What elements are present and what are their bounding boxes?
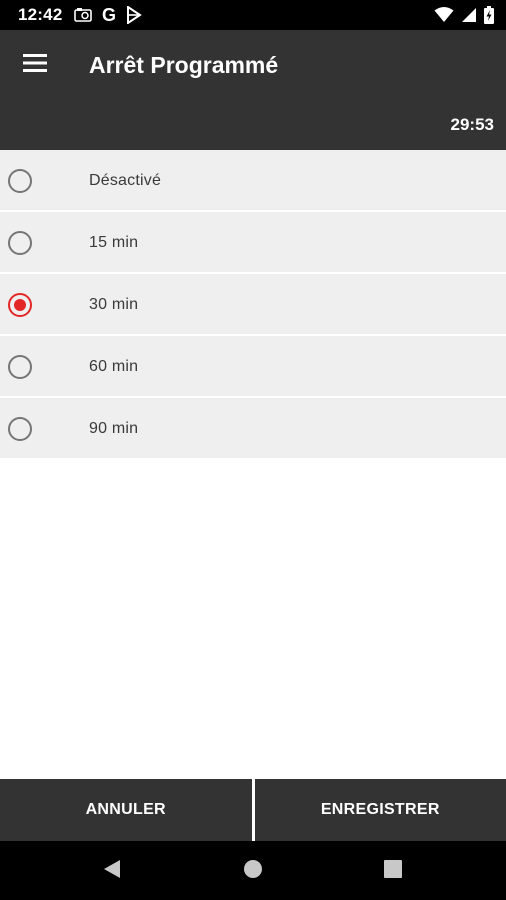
back-button[interactable] [101, 858, 123, 885]
sleep-timer-options: Désactivé 15 min 30 min 60 min 90 min [0, 150, 506, 460]
home-icon [243, 859, 263, 884]
option-label: 60 min [89, 358, 139, 375]
home-button[interactable] [242, 859, 264, 884]
app-bar: Arrêt Programmé 29:53 [0, 30, 506, 150]
option-disabled[interactable]: Désactivé [0, 150, 506, 212]
system-icons [434, 5, 494, 25]
option-90-min[interactable]: 90 min [0, 398, 506, 460]
option-label: Désactivé [89, 172, 162, 189]
cellular-signal-icon [461, 5, 477, 25]
action-bar: ANNULER ENREGISTRER [0, 779, 506, 841]
radio-button-selected[interactable] [8, 293, 32, 317]
radio-button[interactable] [8, 417, 32, 441]
menu-button[interactable] [16, 50, 54, 80]
hamburger-menu-icon [23, 53, 47, 77]
recents-button[interactable] [382, 859, 404, 883]
status-time: 12:42 [18, 5, 63, 24]
back-icon [102, 858, 122, 885]
notification-icons: G [74, 5, 142, 25]
option-label: 15 min [89, 234, 139, 251]
option-30-min[interactable]: 30 min [0, 274, 506, 336]
page-title: Arrêt Programmé [89, 52, 279, 78]
radio-button[interactable] [8, 355, 32, 379]
option-60-min[interactable]: 60 min [0, 336, 506, 398]
navigation-bar [0, 841, 506, 900]
wifi-icon [434, 5, 454, 25]
photo-sim-icon [74, 5, 92, 25]
save-button[interactable]: ENREGISTRER [255, 779, 506, 841]
radio-button[interactable] [8, 169, 32, 193]
cancel-button[interactable]: ANNULER [0, 779, 252, 841]
recents-icon [384, 859, 402, 883]
google-icon: G [102, 5, 117, 25]
radio-button[interactable] [8, 231, 32, 255]
option-label: 90 min [89, 420, 139, 437]
option-label: 30 min [89, 296, 139, 313]
radio-selected-dot [14, 299, 26, 311]
battery-charging-icon [484, 5, 494, 25]
status-bar: 12:42 G [0, 0, 506, 30]
countdown-timer: 29:53 [450, 115, 494, 134]
play-store-icon [126, 5, 142, 25]
option-15-min[interactable]: 15 min [0, 212, 506, 274]
